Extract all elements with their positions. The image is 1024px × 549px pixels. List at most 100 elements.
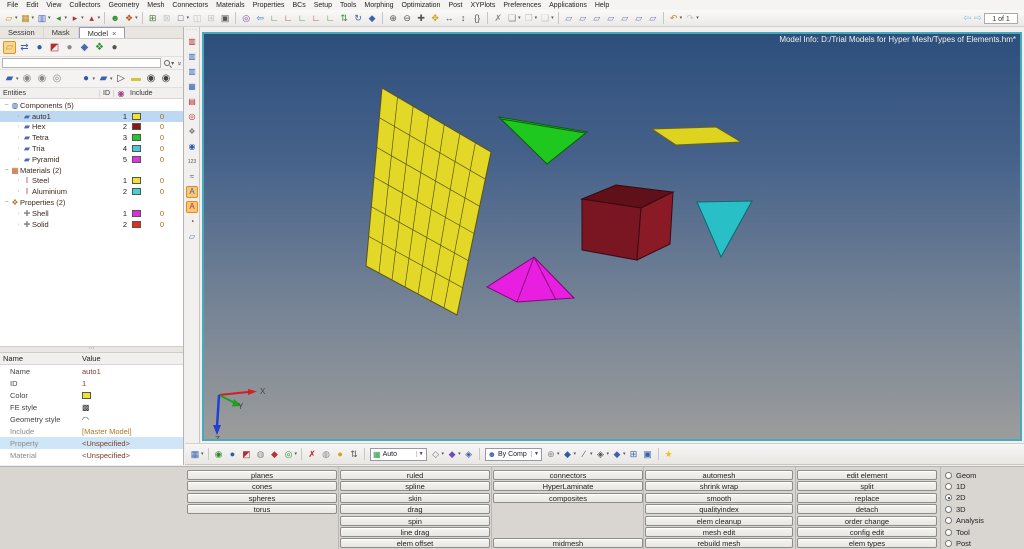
menu-item-setup[interactable]: Setup — [310, 2, 336, 9]
tree-row[interactable]: ·✚Solid20 — [0, 219, 183, 229]
panel-button-elem-offset[interactable]: elem offset — [340, 538, 490, 548]
property-row[interactable]: Nameauto1 — [0, 365, 183, 377]
search-input[interactable] — [2, 58, 161, 68]
shaded-geometry-icon[interactable]: ◆ — [446, 448, 458, 460]
tree-expander-icon[interactable]: · — [15, 188, 22, 195]
color-swatch[interactable] — [132, 123, 141, 130]
unmask-adjacent-icon[interactable]: ▥ — [186, 51, 198, 63]
view-bottom-icon[interactable]: ∟ — [310, 12, 322, 24]
menu-item-optimization[interactable]: Optimization — [398, 2, 445, 9]
tree-section[interactable]: −▦Materials (2) — [0, 165, 183, 176]
panel-button-spheres[interactable]: spheres — [187, 493, 337, 503]
paste-icon[interactable]: ❐ — [523, 12, 535, 24]
color-swatch[interactable] — [132, 221, 141, 228]
dropdown-caret-icon[interactable]: ▾ — [518, 15, 521, 21]
menu-item-post[interactable]: Post — [444, 2, 466, 9]
filter-2-icon[interactable]: ◉ — [36, 72, 49, 85]
dropdown-caret-icon[interactable]: ▾ — [15, 15, 18, 21]
color-swatch[interactable] — [132, 134, 141, 141]
label-abc-2-icon[interactable]: A — [186, 201, 198, 213]
gray-sphere-icon[interactable]: ● — [63, 41, 76, 54]
solver-export-icon[interactable]: ▴ — [86, 12, 98, 24]
radio-1d[interactable]: 1D — [945, 481, 966, 491]
delete-tab-icon[interactable]: ⊠ — [161, 12, 173, 24]
radio-2d[interactable]: 2D — [945, 493, 966, 503]
panel-button-composites[interactable]: composites — [493, 493, 643, 503]
entities-column-header[interactable]: Entities — [0, 90, 100, 97]
tree-expander-icon[interactable]: − — [3, 167, 10, 174]
tree-row[interactable]: ·✚Shell10 — [0, 208, 183, 219]
view-iso-icon[interactable]: ⇅ — [338, 12, 350, 24]
panel-button-split[interactable]: split — [797, 481, 937, 491]
solver-import-icon[interactable]: ▸ — [69, 12, 81, 24]
user-profiles-icon[interactable]: ☻ — [109, 12, 121, 24]
menu-item-xyplots[interactable]: XYPlots — [466, 2, 499, 9]
new-tab-icon[interactable]: ⊞ — [147, 12, 159, 24]
property-value[interactable]: <Unspecified> — [82, 451, 130, 460]
color-mode-combo-caret-icon[interactable]: ▼ — [531, 451, 539, 457]
filter-3-icon[interactable]: ◎ — [51, 72, 64, 85]
panel-button-elem-types[interactable]: elem types — [797, 538, 937, 548]
menu-item-materials[interactable]: Materials — [212, 2, 248, 9]
radio-analysis[interactable]: Analysis — [945, 516, 984, 526]
tree-row[interactable]: ·IAluminium20 — [0, 186, 183, 197]
panel-button-qualityindex[interactable]: qualityindex — [645, 504, 793, 514]
color-wheel-icon[interactable]: ◉ — [114, 89, 128, 98]
dropdown-caret-icon[interactable]: ▾ — [696, 15, 699, 21]
color-swatch[interactable] — [132, 156, 141, 163]
color-swatch[interactable] — [132, 188, 141, 195]
disc-icon[interactable]: ◆ — [78, 41, 91, 54]
panel-button-hyperlaminate[interactable]: HyperLaminate — [493, 481, 643, 491]
tree-expander-icon[interactable]: · — [15, 156, 22, 163]
radio-geom[interactable]: Geom — [945, 470, 976, 480]
pyramid-element-magenta[interactable] — [487, 257, 574, 302]
open-model-icon[interactable]: ▱ — [3, 12, 15, 24]
create-entity-icon[interactable]: ▰ — [3, 72, 16, 85]
dropdown-caret-icon[interactable]: ▾ — [110, 76, 113, 82]
undo-icon[interactable]: ↶ — [668, 12, 680, 24]
open-folder-icon[interactable]: ▱ — [3, 41, 16, 54]
dropdown-caret-icon[interactable]: ▾ — [98, 15, 101, 21]
dropdown-caret-icon[interactable]: ▾ — [458, 451, 461, 457]
shaded-panel-icon[interactable]: ▱ — [186, 231, 198, 243]
quad-element-yellow[interactable] — [652, 127, 741, 145]
color-swatch[interactable] — [132, 113, 141, 120]
copy-icon[interactable]: ❏ — [506, 12, 518, 24]
spherical-clip-icon[interactable]: ◎ — [186, 111, 198, 123]
property-value[interactable]: auto1 — [82, 367, 101, 376]
card-image-icon[interactable]: ▰ — [97, 72, 110, 85]
radio-dot-geom[interactable] — [945, 472, 952, 479]
globe-icon[interactable]: ◍ — [320, 448, 332, 460]
property-row[interactable]: FE style▩ — [0, 401, 183, 413]
search-dropdown-icon[interactable]: ▾ — [171, 60, 174, 67]
panel-button-rebuild-mesh[interactable]: rebuild mesh — [645, 538, 793, 548]
dropdown-caret-icon[interactable]: ▾ — [93, 76, 96, 82]
layout-grid-icon[interactable]: ⊞ — [205, 12, 217, 24]
tree-expander-icon[interactable]: − — [3, 199, 10, 206]
dropdown-caret-icon[interactable]: ▾ — [680, 15, 683, 21]
window-cascade-2-icon[interactable]: ▱ — [577, 12, 589, 24]
collapse-panel-icon[interactable]: » — [176, 61, 183, 65]
dropdown-caret-icon[interactable]: ▾ — [65, 15, 68, 21]
property-value[interactable]: [Master Model] — [82, 427, 132, 436]
view-axes-icon[interactable]: ◆ — [366, 12, 378, 24]
layout-single-icon[interactable]: □ — [175, 12, 187, 24]
model-scene[interactable]: XYZ — [204, 34, 1020, 439]
radio-dot-post[interactable] — [945, 540, 952, 547]
panel-button-torus[interactable]: torus — [187, 504, 337, 514]
panel-button-planes[interactable]: planes — [187, 470, 337, 480]
mask-panel-icon[interactable]: ▥ — [186, 36, 198, 48]
panel-button-detach[interactable]: detach — [797, 504, 937, 514]
redo-icon[interactable]: ↷ — [684, 12, 696, 24]
shrink-elements-icon[interactable]: ◈ — [595, 448, 607, 460]
curve-tool-icon[interactable]: ≈ — [186, 171, 198, 183]
color-swatch[interactable] — [132, 210, 141, 217]
blue-dot-icon[interactable]: ● — [80, 72, 93, 85]
panel-button-spin[interactable]: spin — [340, 516, 490, 526]
radio-tool[interactable]: Tool — [945, 527, 970, 537]
measure-icon[interactable]: ⇅ — [348, 448, 360, 460]
window-cascade-4-icon[interactable]: ▱ — [605, 12, 617, 24]
label-abc-icon[interactable]: A — [186, 186, 198, 198]
tetra-element-green[interactable] — [499, 117, 587, 164]
mesh-style-icon[interactable]: ⊕ — [545, 448, 557, 460]
